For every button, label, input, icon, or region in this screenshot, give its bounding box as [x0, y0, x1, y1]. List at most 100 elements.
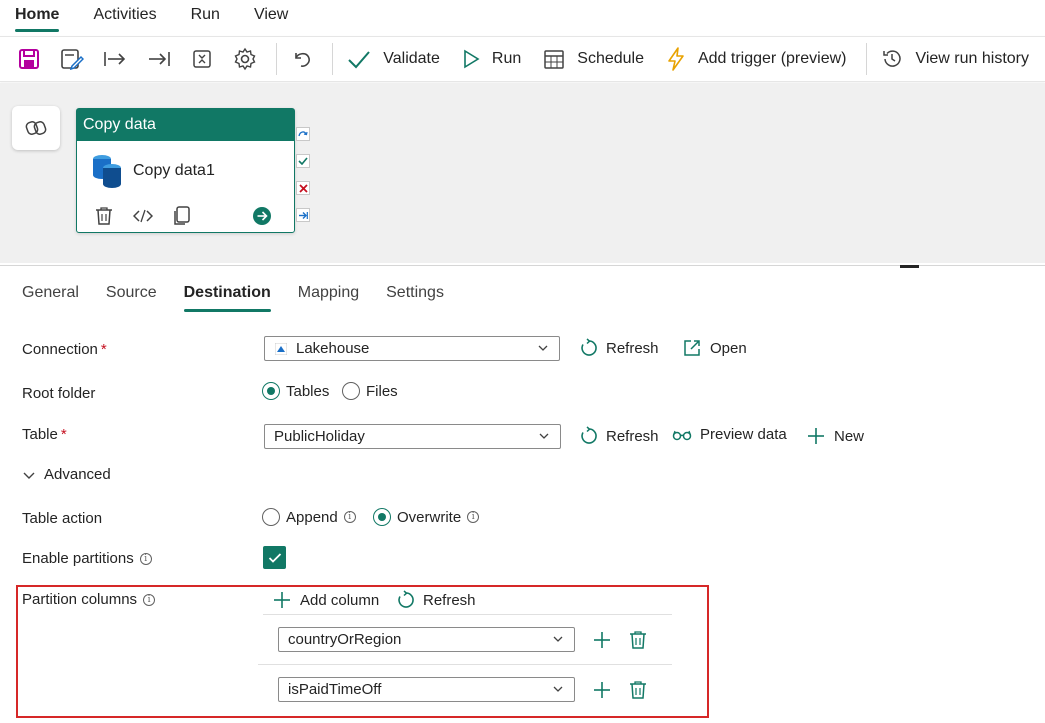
connection-refresh-button[interactable]: Refresh [580, 338, 659, 358]
row-divider [263, 614, 672, 615]
delete-icon[interactable] [95, 206, 113, 230]
tab-settings[interactable]: Settings [386, 278, 444, 312]
menu-tab-activities[interactable]: Activities [93, 0, 156, 34]
chevron-down-icon [23, 472, 35, 479]
chevron-down-icon [538, 345, 548, 351]
success-port-icon[interactable] [296, 154, 310, 168]
connection-select[interactable]: Lakehouse [264, 336, 560, 361]
partition-columns-label: Partition columns i [22, 591, 156, 608]
toolbar-divider [332, 43, 334, 75]
info-icon[interactable]: i [143, 594, 156, 606]
refresh-label: Refresh [606, 339, 659, 357]
partition-column-select[interactable]: isPaidTimeOff [278, 677, 575, 702]
pipeline-canvas[interactable]: Copy data Copy data1 [0, 83, 1045, 263]
info-icon[interactable]: i [139, 553, 152, 565]
partition-refresh-button[interactable]: Refresh [397, 590, 476, 610]
lakehouse-icon [275, 343, 287, 355]
move-end-icon[interactable] [142, 42, 175, 76]
radio-circle [262, 508, 280, 526]
delete-icon[interactable] [627, 629, 649, 651]
table-select[interactable]: PublicHoliday [264, 424, 561, 449]
menu-tab-home[interactable]: Home [15, 0, 60, 34]
radio-tables-label: Tables [286, 382, 330, 400]
schedule-label: Schedule [577, 50, 644, 67]
glasses-icon [672, 430, 692, 440]
toolbar-divider [866, 43, 868, 75]
menu-tab-view[interactable]: View [254, 0, 288, 34]
menu-tab-run[interactable]: Run [191, 0, 220, 34]
chevron-down-icon [539, 433, 549, 439]
connection-value: Lakehouse [296, 340, 370, 357]
skip-port-icon[interactable] [296, 127, 310, 141]
save-icon[interactable] [12, 42, 45, 76]
run-button[interactable]: Run [456, 42, 527, 76]
settings-gear-icon[interactable] [229, 42, 262, 76]
add-partition-icon[interactable] [591, 629, 613, 651]
partition-column-select[interactable]: countryOrRegion [278, 627, 575, 652]
panel-resize-handle[interactable] [900, 265, 919, 268]
activity-header: Copy data [77, 109, 294, 141]
view-run-history-label: View run history [915, 50, 1029, 67]
connection-open-button[interactable]: Open [682, 338, 747, 358]
advanced-label: Advanced [44, 466, 111, 483]
radio-files[interactable]: Files [342, 382, 398, 400]
refresh-icon [581, 426, 597, 444]
add-trigger-label: Add trigger (preview) [697, 50, 847, 67]
add-partition-icon[interactable] [591, 679, 613, 701]
plus-icon [274, 592, 290, 608]
go-arrow-icon[interactable] [253, 207, 271, 229]
info-icon[interactable]: i [343, 511, 356, 523]
history-icon [883, 50, 902, 67]
copy-data-activity[interactable]: Copy data Copy data1 [76, 108, 295, 233]
refresh-label: Refresh [423, 591, 476, 609]
radio-append-label: Append [286, 508, 338, 526]
new-label: New [834, 427, 865, 445]
view-run-history-button[interactable]: View run history [875, 42, 1035, 76]
radio-tables[interactable]: Tables [262, 382, 329, 400]
row-divider [258, 664, 672, 665]
failure-port-icon[interactable] [296, 181, 310, 195]
delete-icon[interactable] [627, 679, 649, 701]
tab-source[interactable]: Source [106, 278, 157, 312]
run-label: Run [491, 50, 522, 67]
preview-data-button[interactable]: Preview data [672, 426, 787, 443]
radio-files-label: Files [366, 382, 398, 400]
root-folder-label: Root folder [22, 385, 96, 402]
validate-button[interactable]: Validate [341, 42, 446, 76]
radio-circle [342, 382, 360, 400]
copy-icon[interactable] [173, 206, 191, 230]
info-icon[interactable]: i [467, 511, 480, 523]
validate-label: Validate [383, 50, 440, 67]
copilot-icon[interactable] [12, 106, 60, 150]
preview-data-label: Preview data [700, 426, 787, 443]
enable-partitions-label: Enable partitions i [22, 550, 152, 567]
enable-partitions-text: Enable partitions [22, 550, 134, 567]
refresh-label: Refresh [606, 427, 659, 445]
undo-icon[interactable] [285, 42, 318, 76]
tab-destination[interactable]: Destination [183, 278, 271, 312]
advanced-toggle[interactable]: Advanced [22, 466, 111, 483]
database-copy-icon [91, 153, 123, 193]
radio-append[interactable]: Append i [262, 508, 356, 526]
save-as-template-icon[interactable] [55, 42, 88, 76]
radio-overwrite[interactable]: Overwrite i [373, 508, 480, 526]
new-table-button[interactable]: New [806, 426, 864, 446]
required-marker: * [60, 426, 67, 443]
table-refresh-button[interactable]: Refresh [580, 426, 659, 446]
radio-overwrite-label: Overwrite [397, 508, 462, 526]
expand-icon[interactable] [185, 42, 218, 76]
tab-general[interactable]: General [22, 278, 79, 312]
enable-partitions-checkbox[interactable] [263, 546, 286, 569]
move-right-icon[interactable] [99, 42, 132, 76]
schedule-button[interactable]: Schedule [537, 42, 650, 76]
code-icon[interactable] [132, 208, 154, 228]
tab-mapping[interactable]: Mapping [298, 278, 359, 312]
add-column-button[interactable]: Add column [272, 590, 379, 610]
checkmark-icon [348, 51, 371, 69]
activity-ports [296, 127, 310, 235]
table-label-text: Table [22, 426, 58, 443]
add-trigger-button[interactable]: Add trigger (preview) [660, 42, 853, 76]
partition-column-value: countryOrRegion [288, 631, 402, 648]
add-column-label: Add column [300, 591, 380, 609]
completion-port-icon[interactable] [296, 208, 310, 222]
